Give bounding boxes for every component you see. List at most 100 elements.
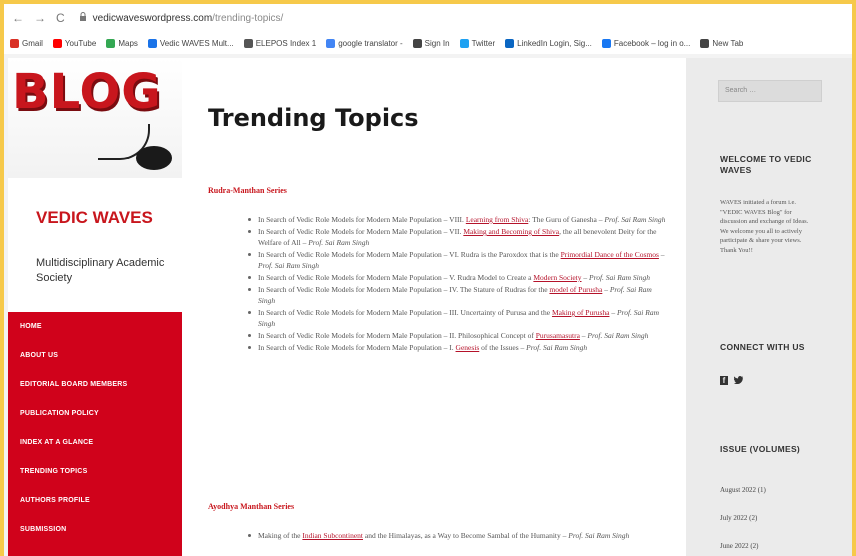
- item-text: In Search of Vedic Role Models for Moder…: [258, 285, 550, 294]
- bookmark-favicon-icon: [52, 38, 62, 48]
- menu-item-authors-profile[interactable]: AUTHORS PROFILE: [8, 486, 182, 515]
- bookmark-favicon-icon: [601, 38, 611, 48]
- item-text: –: [602, 285, 610, 294]
- social-links: f: [720, 376, 743, 386]
- bookmark-item[interactable]: Gmail: [10, 38, 43, 48]
- item-text: –: [609, 308, 617, 317]
- right-sidebar: Search … WELCOME TO VEDIC WAVES WAVES in…: [686, 58, 852, 556]
- article-link[interactable]: Making of Purusha: [552, 308, 610, 317]
- menu-item-submission[interactable]: SUBMISSION: [8, 515, 182, 544]
- main-menu: HOME ABOUT US EDITORIAL BOARD MEMBERS PU…: [8, 312, 182, 556]
- reload-icon[interactable]: C: [56, 11, 65, 25]
- forward-icon[interactable]: →: [34, 11, 46, 25]
- menu-item-editorial-board[interactable]: EDITORIAL BOARD MEMBERS: [8, 370, 182, 399]
- lock-icon[interactable]: [79, 12, 87, 24]
- author-name: Prof. Sai Ram Singh: [568, 531, 630, 540]
- main-content: Trending Topics Rudra-Manthan Series In …: [182, 58, 686, 556]
- menu-item-home[interactable]: HOME: [8, 312, 182, 341]
- article-link[interactable]: Genesis: [456, 343, 480, 352]
- widget-heading-welcome: WELCOME TO VEDIC WAVES: [720, 154, 812, 175]
- item-text: In Search of Vedic Role Models for Moder…: [258, 273, 534, 282]
- bookmark-item[interactable]: ELEPOS Index 1: [243, 38, 317, 48]
- search-input[interactable]: Search …: [718, 80, 822, 102]
- archive-link[interactable]: August 2022 (1): [720, 486, 766, 494]
- url-text[interactable]: vedicwaveswordpress.com/trending-topics/: [93, 13, 284, 24]
- menu-item-publication-policy[interactable]: PUBLICATION POLICY: [8, 399, 182, 428]
- bookmark-label: Sign In: [424, 38, 450, 48]
- list-item: Making of the Indian Subcontinent and th…: [246, 530, 666, 541]
- bookmark-favicon-icon: [106, 38, 116, 48]
- article-link[interactable]: Learning from Shiva: [466, 215, 528, 224]
- item-text: : The Guru of Ganesha –: [528, 215, 605, 224]
- blog-logo[interactable]: BLOG: [8, 58, 182, 178]
- twitter-icon[interactable]: [733, 376, 743, 386]
- author-name: Prof. Sai Ram Singh: [308, 238, 370, 247]
- back-icon[interactable]: ←: [12, 11, 24, 25]
- computer-mouse-icon: [136, 146, 172, 170]
- bookmark-label: Twitter: [471, 38, 496, 48]
- welcome-text: WAVES initiated a forum i.e. "VEDIC WAVE…: [720, 199, 809, 254]
- bookmark-favicon-icon: [243, 38, 253, 48]
- address-bar: ← → C vedicwaveswordpress.com/trending-t…: [4, 4, 852, 33]
- bookmark-item[interactable]: New Tab: [700, 38, 743, 48]
- author-name: Prof. Sai Ram Singh: [604, 215, 666, 224]
- bookmark-label: Maps: [118, 38, 138, 48]
- bookmarks-bar: Gmail YouTube Maps Vedic WAVES Mult... E…: [4, 32, 852, 55]
- list-item: In Search of Vedic Role Models for Moder…: [246, 249, 666, 271]
- list-item: In Search of Vedic Role Models for Moder…: [246, 226, 666, 248]
- bookmark-item[interactable]: Maps: [106, 38, 138, 48]
- bookmark-label: Facebook – log in o...: [613, 38, 691, 48]
- bookmark-item[interactable]: LinkedIn Login, Sig...: [505, 38, 592, 48]
- author-name: Prof. Sai Ram Singh: [589, 273, 650, 282]
- bookmark-item[interactable]: YouTube: [52, 38, 97, 48]
- article-link[interactable]: Primordial Dance of the Cosmos: [561, 250, 659, 259]
- bookmark-item[interactable]: Facebook – log in o...: [601, 38, 691, 48]
- archive-link[interactable]: June 2022 (2): [720, 542, 759, 550]
- web-page: BLOG VEDIC WAVES Multidisciplinary Acade…: [4, 54, 852, 556]
- author-name: Prof. Sai Ram Singh: [587, 331, 649, 340]
- item-text: In Search of Vedic Role Models for Moder…: [258, 250, 561, 259]
- bookmark-label: Gmail: [22, 38, 43, 48]
- menu-item-about-us[interactable]: ABOUT US: [8, 341, 182, 370]
- article-list: In Search of Vedic Role Models for Moder…: [246, 214, 666, 354]
- url-path: /trending-topics/: [212, 12, 284, 24]
- bookmark-label: LinkedIn Login, Sig...: [517, 38, 592, 48]
- item-text: –: [658, 250, 665, 259]
- url-domain: vedicwaveswordpress.com: [92, 12, 213, 24]
- bookmark-favicon-icon: [326, 38, 336, 48]
- article-link[interactable]: Modern Society: [533, 273, 581, 282]
- article-link[interactable]: model of Purusha: [549, 285, 602, 294]
- item-text: In Search of Vedic Role Models for Moder…: [258, 331, 536, 340]
- article-link[interactable]: Purusamasutra: [536, 331, 580, 340]
- item-text: In Search of Vedic Role Models for Moder…: [258, 215, 466, 224]
- item-text: –: [581, 273, 589, 282]
- site-description: Multidisciplinary Academic Society: [36, 257, 165, 284]
- list-item: In Search of Vedic Role Models for Moder…: [246, 342, 666, 353]
- bookmark-favicon-icon: [459, 38, 469, 48]
- list-item: In Search of Vedic Role Models for Moder…: [246, 284, 666, 306]
- site-title[interactable]: VEDIC WAVES: [36, 208, 176, 227]
- item-text: Making of the: [258, 531, 303, 540]
- list-item: In Search of Vedic Role Models for Moder…: [246, 307, 666, 329]
- article-list: Making of the Indian Subcontinent and th…: [246, 530, 666, 542]
- widget-heading-issues: ISSUE (VOLUMES): [720, 444, 801, 454]
- archive-link[interactable]: July 2022 (2): [720, 514, 757, 522]
- facebook-icon[interactable]: f: [720, 376, 728, 385]
- bookmark-favicon-icon: [10, 38, 19, 48]
- menu-item-trending-topics[interactable]: TRENDING TOPICS: [8, 457, 182, 486]
- section-heading-link[interactable]: Ayodhya Manthan Series: [208, 502, 294, 511]
- bookmark-item[interactable]: Vedic WAVES Mult...: [147, 38, 234, 48]
- bookmark-item[interactable]: Sign In: [412, 38, 450, 48]
- logo-text: BLOG: [12, 64, 162, 120]
- article-link[interactable]: Making and Becoming of Shiva: [463, 227, 559, 236]
- bookmark-label: YouTube: [64, 38, 97, 48]
- section-heading-link[interactable]: Rudra-Manthan Series: [208, 186, 287, 195]
- bookmark-label: google translator -: [338, 38, 403, 48]
- bookmark-label: Vedic WAVES Mult...: [159, 38, 234, 48]
- page-title: Trending Topics: [208, 104, 419, 132]
- article-link[interactable]: Indian Subcontinent: [302, 531, 363, 540]
- bookmark-label: ELEPOS Index 1: [255, 38, 317, 48]
- menu-item-index[interactable]: INDEX AT A GLANCE: [8, 428, 182, 457]
- bookmark-item[interactable]: google translator -: [326, 38, 403, 48]
- bookmark-item[interactable]: Twitter: [459, 38, 496, 48]
